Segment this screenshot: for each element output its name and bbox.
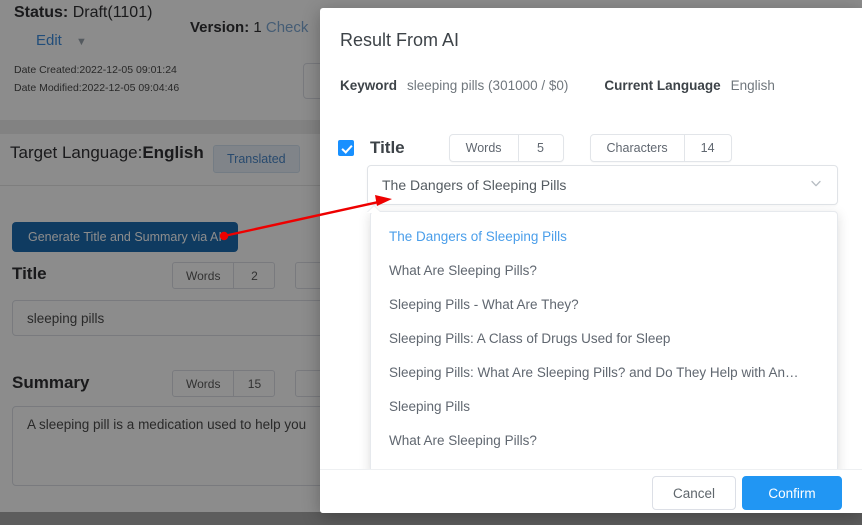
title-words-key: Words	[465, 141, 502, 155]
title-checkbox[interactable]	[338, 140, 354, 156]
title-select[interactable]: The Dangers of Sleeping Pills	[367, 165, 838, 205]
bottom-status-bar	[0, 512, 862, 525]
current-language-value: English	[730, 78, 775, 93]
keyword-label: Keyword	[340, 78, 398, 93]
keyword-value: sleeping pills (301000 / $0)	[407, 78, 569, 93]
dropdown-option[interactable]: What Are Sleeping Pills?	[371, 254, 837, 288]
dialog-title: Result From AI	[340, 30, 460, 50]
title-characters-pill: Characters 14	[589, 134, 732, 162]
dropdown-caret-icon	[367, 206, 381, 213]
current-language-label: Current Language	[604, 78, 721, 93]
title-section-label: Title	[370, 138, 405, 157]
dropdown-option[interactable]: The Dangers of Sleeping Pills	[371, 220, 837, 254]
dropdown-option[interactable]: What Are Sleeping Pills?	[371, 424, 837, 458]
title-options-list: The Dangers of Sleeping Pills What Are Sl…	[371, 220, 837, 475]
dropdown-option[interactable]: Sleeping Pills: What Are Sleeping Pills?…	[371, 356, 837, 390]
cancel-button[interactable]: Cancel	[652, 476, 736, 510]
title-characters-value: 14	[700, 141, 715, 155]
title-section-row: Title Words 5 Characters 14	[338, 134, 732, 162]
dropdown-option[interactable]: Sleeping Pills	[371, 390, 837, 424]
footer-divider	[320, 469, 862, 470]
title-select-value: The Dangers of Sleeping Pills	[382, 177, 567, 193]
title-options-dropdown[interactable]: The Dangers of Sleeping Pills What Are Sl…	[370, 211, 838, 476]
title-characters-key: Characters	[606, 141, 668, 155]
result-from-ai-dialog: Result From AI Keyword sleeping pills (3…	[320, 8, 862, 513]
dialog-meta-row: Keyword sleeping pills (301000 / $0) Cur…	[340, 78, 775, 93]
chevron-down-icon	[809, 177, 823, 194]
dialog-footer: Cancel Confirm	[320, 469, 862, 513]
title-words-pill: Words 5	[448, 134, 564, 162]
confirm-button[interactable]: Confirm	[742, 476, 842, 510]
title-words-value: 5	[537, 141, 544, 155]
dropdown-option[interactable]: Sleeping Pills: A Class of Drugs Used fo…	[371, 322, 837, 356]
dropdown-option[interactable]: Sleeping Pills - What Are They?	[371, 288, 837, 322]
